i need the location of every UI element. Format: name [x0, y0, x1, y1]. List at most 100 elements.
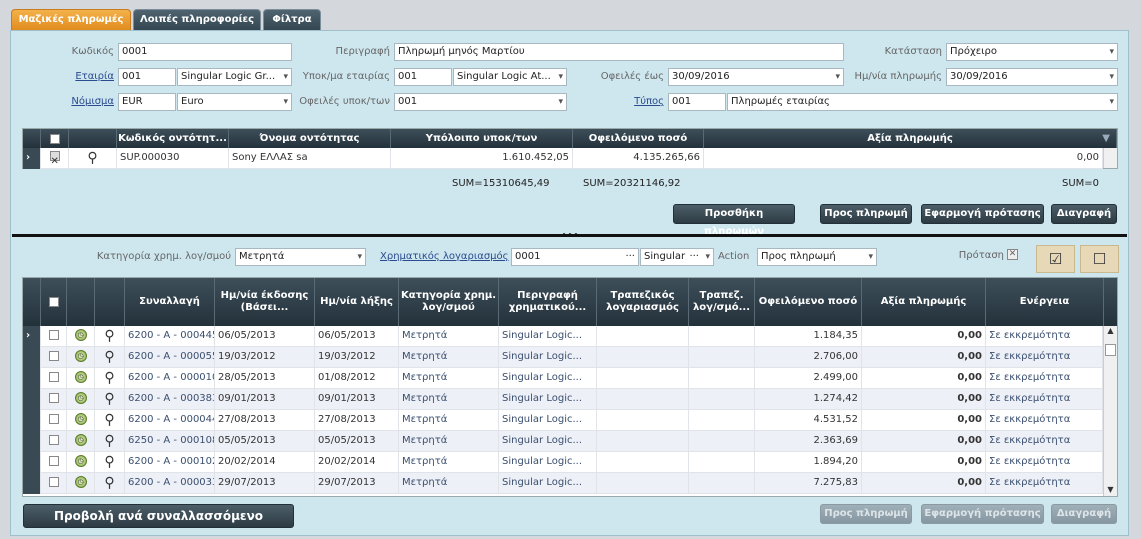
- col-entity-name[interactable]: Όνομα οντότητας: [229, 129, 391, 148]
- col-owed-amount[interactable]: Οφειλόμενο ποσό: [573, 129, 704, 148]
- table-row[interactable]: ◷ ⚲ 6200 - A - 000055 19/03/2012 19/03/2012 Μ…: [23, 347, 1103, 368]
- col-branch-balance[interactable]: Υπόλοιπο υποκ/των: [391, 129, 573, 148]
- action-select[interactable]: Προς πληρωμή: [757, 248, 877, 266]
- search-icon[interactable]: ⚲: [69, 148, 117, 169]
- search-icon[interactable]: ⚲: [95, 389, 125, 410]
- search-icon[interactable]: ⚲: [95, 347, 125, 368]
- uncheck-all-icon[interactable]: ☐: [1080, 245, 1119, 273]
- tab-mass-payments[interactable]: Μαζικές πληρωμές: [11, 9, 131, 31]
- branch-debts-select[interactable]: 001: [394, 93, 567, 111]
- col-description[interactable]: Περιγραφή χρηματικού...: [499, 278, 597, 326]
- row-checkbox[interactable]: [41, 473, 67, 494]
- search-icon[interactable]: ⚲: [95, 410, 125, 431]
- table-row[interactable]: › ✕ ⚲ SUP.000030 Sony ΕΛΛΑΣ sa 1.610.452…: [23, 148, 1103, 169]
- scroll-down-icon[interactable]: ▼: [1105, 485, 1116, 496]
- row-checkbox[interactable]: [41, 368, 67, 389]
- currency-label[interactable]: Νόμισμα: [30, 96, 114, 107]
- payment-date-input[interactable]: 30/09/2016: [946, 68, 1118, 86]
- col-due-date[interactable]: Ημ/νία λήξης: [315, 278, 399, 326]
- row-checkbox[interactable]: [41, 326, 67, 347]
- branch-code-input[interactable]: 001: [394, 68, 452, 86]
- add-payments-button[interactable]: Προσθήκη πληρωμών: [673, 204, 795, 237]
- row-checkbox[interactable]: [41, 452, 67, 473]
- row-indicator-icon: ›: [23, 148, 41, 169]
- payment-cell[interactable]: 0,00: [862, 389, 986, 410]
- table-row[interactable]: ◷ ⚲ 6200 - A - 000010 28/05/2013 01/08/2012 Μ…: [23, 368, 1103, 389]
- search-icon[interactable]: ⚲: [95, 431, 125, 452]
- table-row[interactable]: ◷ ⚲ 6200 - A - 000033 29/07/2013 29/07/2013 Μ…: [23, 473, 1103, 494]
- col-transaction[interactable]: Συναλλαγή: [125, 278, 215, 326]
- payment-cell[interactable]: 0,00: [704, 148, 1103, 169]
- view-by-counterparty-button[interactable]: Προβολή ανά συναλλασσόμενο: [23, 504, 294, 528]
- payment-cell[interactable]: 0,00: [862, 452, 986, 473]
- col-payment-value[interactable]: Αξία πληρωμής ▼: [704, 129, 1117, 148]
- col-owed[interactable]: Οφειλόμενο ποσό: [755, 278, 862, 326]
- type-name-select[interactable]: Πληρωμές εταιρίας: [727, 93, 1118, 111]
- check-all-icon[interactable]: ☑: [1036, 245, 1075, 273]
- due-until-date[interactable]: 30/09/2016: [668, 68, 844, 86]
- select-all-transactions-checkbox[interactable]: [41, 278, 67, 326]
- bottom-grid-scrollbar[interactable]: ▲ ▼: [1103, 326, 1117, 496]
- col-bank-account-short[interactable]: Τραπεζ. λογ/σμό...: [689, 278, 755, 326]
- scroll-up-icon[interactable]: ▲: [1105, 326, 1116, 337]
- payment-cell[interactable]: 0,00: [862, 410, 986, 431]
- col-entity-code[interactable]: Κωδικός οντότητ...: [117, 129, 229, 148]
- row-indicator-icon: [23, 473, 41, 494]
- to-payment-button[interactable]: Προς πληρωμή: [820, 204, 912, 224]
- col-issue-date[interactable]: Ημ/νία έκδοσης (Βάσει...: [215, 278, 315, 326]
- code-input[interactable]: 0001: [118, 43, 292, 61]
- code-label: Κωδικός: [71, 46, 114, 57]
- lookup-icon[interactable]: ···: [625, 249, 635, 265]
- table-row[interactable]: ◷ ⚲ 6200 - A - 000102 20/02/2014 20/02/2014 Μ…: [23, 452, 1103, 473]
- row-checkbox[interactable]: [41, 389, 67, 410]
- type-label[interactable]: Τύπος: [570, 96, 664, 107]
- col-category[interactable]: Κατηγορία χρημ. λογ/σμού: [399, 278, 499, 326]
- search-icon[interactable]: ⚲: [95, 326, 125, 347]
- col-action[interactable]: Ενέργεια: [986, 278, 1104, 326]
- tab-filters[interactable]: Φίλτρα: [263, 9, 321, 31]
- delete-button[interactable]: Διαγραφή: [1051, 204, 1117, 224]
- col-bank-account[interactable]: Τραπεζικός λογαριασμός: [597, 278, 689, 326]
- status-select[interactable]: Πρόχειρο: [946, 43, 1118, 61]
- row-checkbox[interactable]: [41, 431, 67, 452]
- row-checkbox[interactable]: [41, 410, 67, 431]
- tab-other-info[interactable]: Λοιπές πληροφορίες: [133, 9, 261, 31]
- account-label[interactable]: Χρηματικός λογαριασμός: [380, 251, 509, 262]
- payment-cell[interactable]: 0,00: [862, 326, 986, 347]
- type-code-input[interactable]: 001: [668, 93, 726, 111]
- table-row[interactable]: ◷ ⚲ 6250 - A - 000108 05/05/2013 05/05/2013 Μ…: [23, 431, 1103, 452]
- top-grid-scrollbar[interactable]: [1103, 148, 1117, 168]
- scroll-thumb[interactable]: [1105, 344, 1116, 356]
- row-checkbox[interactable]: [41, 347, 67, 368]
- company-label[interactable]: Εταιρία: [30, 71, 114, 82]
- search-icon[interactable]: ⚲: [95, 368, 125, 389]
- account-name-select[interactable]: Singular ···: [640, 248, 714, 266]
- to-payment-button-disabled[interactable]: Προς πληρωμή: [820, 504, 912, 524]
- company-name-select[interactable]: Singular Logic Gr...: [177, 68, 292, 86]
- delete-button-disabled[interactable]: Διαγραφή: [1051, 504, 1117, 524]
- filter-icon[interactable]: ▼: [1102, 133, 1110, 145]
- payment-cell[interactable]: 0,00: [862, 473, 986, 494]
- payment-cell[interactable]: 0,00: [862, 431, 986, 452]
- company-code-input[interactable]: 001: [118, 68, 176, 86]
- description-input[interactable]: Πληρωμή μηνός Μαρτίου: [394, 43, 844, 61]
- table-row[interactable]: › ◷ ⚲ 6200 - A - 000445 06/05/2013 06/05/2013…: [23, 326, 1103, 347]
- select-all-checkbox[interactable]: [41, 129, 69, 148]
- apply-proposal-button[interactable]: Εφαρμογή πρότασης: [921, 204, 1044, 224]
- currency-code-input[interactable]: EUR: [118, 93, 176, 111]
- account-code-input[interactable]: 0001 ···: [511, 248, 639, 266]
- payment-cell[interactable]: 0,00: [862, 368, 986, 389]
- row-checkbox[interactable]: ✕: [41, 148, 69, 169]
- search-icon[interactable]: ⚲: [95, 473, 125, 494]
- col-payment[interactable]: Αξία πληρωμής: [862, 278, 986, 326]
- currency-name-select[interactable]: Euro: [177, 93, 292, 111]
- table-row[interactable]: ◷ ⚲ 6200 - A - 000383 09/01/2013 09/01/2013 Μ…: [23, 389, 1103, 410]
- apply-proposal-button-disabled[interactable]: Εφαρμογή πρότασης: [921, 504, 1044, 524]
- category-select[interactable]: Μετρητά: [235, 248, 366, 266]
- table-row[interactable]: ◷ ⚲ 6200 - A - 000044 27/08/2013 27/08/2013 Μ…: [23, 410, 1103, 431]
- proposal-checkbox[interactable]: ✕: [1007, 249, 1018, 260]
- branch-name-select[interactable]: Singular Logic At...: [453, 68, 567, 86]
- payment-cell[interactable]: 0,00: [862, 347, 986, 368]
- search-icon[interactable]: ⚲: [95, 452, 125, 473]
- bank-account-cell: [597, 473, 689, 494]
